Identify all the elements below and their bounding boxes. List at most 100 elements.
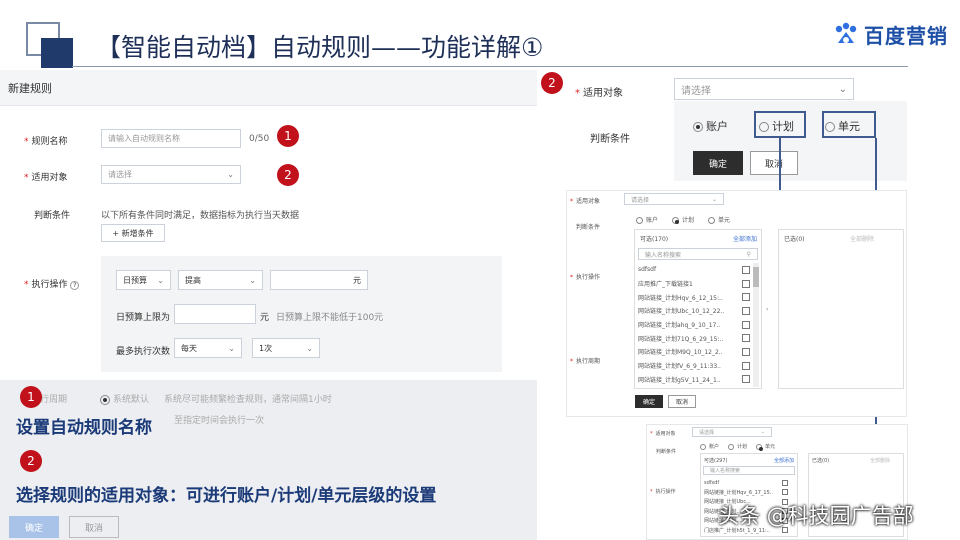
list-item-label: 网站链接_计划Ubc_10_12_22.. bbox=[638, 308, 725, 316]
form-heading: 新建规则 bbox=[8, 82, 52, 95]
target-select[interactable]: 请选择 ⌄ bbox=[101, 165, 241, 184]
list-item[interactable]: 网站链接_计划Ubc_10_12_22.. bbox=[638, 304, 750, 318]
s2-scrollbar[interactable] bbox=[753, 263, 759, 387]
condition-desc: 以下所有条件同时满足，数据指标为执行当天数据 bbox=[101, 211, 300, 221]
right-confirm-button[interactable]: 确定 bbox=[693, 151, 743, 175]
checkbox[interactable] bbox=[742, 334, 750, 343]
s2-radio-unit[interactable]: 单元 bbox=[708, 215, 730, 224]
list-item-label: 网站链接_计划g5V_11_24_1.. bbox=[638, 376, 721, 384]
s2-delete-all[interactable]: 全部删除 bbox=[850, 234, 874, 243]
checkbox[interactable] bbox=[782, 489, 788, 496]
s3-delete-all[interactable]: 全部删除 bbox=[870, 457, 890, 464]
note-1-text: 设置自动规则名称 bbox=[16, 418, 152, 438]
radio-unit[interactable]: 单元 bbox=[825, 118, 860, 134]
list-item[interactable]: sdfsdf bbox=[704, 478, 788, 488]
budget-limit-input[interactable] bbox=[174, 304, 256, 324]
s3-radio-plan[interactable]: 计划 bbox=[728, 443, 747, 450]
list-item-label: 网站链接_计划71Q_6_29_15:.. bbox=[638, 335, 724, 343]
checkbox[interactable] bbox=[742, 279, 750, 288]
system-default-radio[interactable]: 系统默认 bbox=[100, 392, 149, 405]
s2-target-select[interactable]: 请选择 ⌄ bbox=[624, 193, 724, 205]
s2-selected-box bbox=[778, 229, 904, 389]
list-item[interactable]: 网站链接_计划Hqv_6_12_15:.. bbox=[638, 290, 750, 304]
checkbox[interactable] bbox=[742, 265, 750, 274]
s2-radio-plan[interactable]: 计划 bbox=[672, 215, 694, 224]
checkbox[interactable] bbox=[742, 361, 750, 370]
s3-selected-count: 已选(0) bbox=[812, 458, 830, 464]
list-item[interactable]: sdfsdf bbox=[638, 263, 750, 277]
checkbox[interactable] bbox=[742, 320, 750, 329]
s2-search-input[interactable]: 输入名称搜索 ⚲ bbox=[638, 248, 758, 260]
s2-radio-account[interactable]: 账户 bbox=[636, 215, 658, 224]
chevron-down-icon: ⌄ bbox=[157, 275, 164, 285]
max-exec-label: 最多执行次数 bbox=[116, 347, 171, 357]
radio-account[interactable]: 账户 bbox=[693, 118, 728, 134]
budget-limit-label: 日预算上限为 bbox=[116, 313, 171, 323]
chevron-down-icon: ⌄ bbox=[711, 195, 717, 203]
chevron-down-icon: ⌄ bbox=[249, 275, 256, 285]
chevron-right-icon[interactable]: › bbox=[766, 306, 768, 313]
badge-1: 1 bbox=[277, 125, 299, 147]
list-item-label: 网站链接_计划ahq_9_10_17.. bbox=[638, 322, 721, 330]
right-badge-2: 2 bbox=[541, 72, 563, 94]
add-condition-button[interactable]: + 新增条件 bbox=[101, 224, 165, 242]
form-confirm-button[interactable]: 确定 bbox=[9, 516, 59, 538]
action-op-select[interactable]: 提高 ⌄ bbox=[178, 270, 263, 290]
s3-radio-unit[interactable]: 单元 bbox=[756, 443, 775, 451]
s2-cancel-button[interactable]: 取消 bbox=[668, 395, 696, 408]
s3-add-all[interactable]: 全部添加 bbox=[774, 457, 794, 464]
s3-search-input[interactable]: 输入名称搜索 bbox=[703, 466, 795, 475]
list-item[interactable]: 网站链接_计划ahq_9_10_17.. bbox=[638, 318, 750, 332]
s2-add-all[interactable]: 全部添加 bbox=[733, 234, 757, 243]
chevron-down-icon: ⌄ bbox=[228, 343, 235, 353]
search-icon: ⚲ bbox=[746, 250, 751, 258]
s2-item-list: sdfsdf 应用推广_下载链接1 网站链接_计划Hqv_6_12_15:.. 网站链… bbox=[638, 263, 750, 386]
list-item[interactable]: 网站链接_计划71Q_6_29_15:.. bbox=[638, 331, 750, 345]
budget-hint: 日预算上限不能低于100元 bbox=[276, 313, 384, 323]
right-condition-label: 判断条件 bbox=[590, 134, 630, 145]
action-amount-input[interactable]: 元 bbox=[270, 270, 368, 290]
baidu-paw-icon bbox=[835, 22, 857, 43]
list-item-label: sdfsdf bbox=[704, 479, 720, 486]
rule-name-input[interactable]: 请输入自动规则名称 bbox=[101, 129, 241, 148]
s3-radio-account[interactable]: 账户 bbox=[700, 443, 719, 450]
badge-2: 2 bbox=[277, 164, 299, 186]
note-badge-2: 2 bbox=[20, 450, 42, 472]
right-target-select[interactable]: 请选择 ⌄ bbox=[674, 78, 854, 100]
header-divider bbox=[72, 66, 908, 67]
target-label: * 适用对象 bbox=[24, 173, 68, 183]
s2-target-label: * 适用对象 bbox=[570, 198, 601, 205]
list-item[interactable]: 网站链接_计划M9Q_10_12_2.. bbox=[638, 345, 750, 359]
radio-plan[interactable]: 计划 bbox=[759, 118, 794, 134]
checkbox[interactable] bbox=[742, 293, 750, 302]
action-label: * 执行操作 ? bbox=[24, 277, 80, 290]
checkbox[interactable] bbox=[742, 375, 750, 384]
watermark: 头条 @科技园广告部 bbox=[718, 504, 914, 528]
checkbox[interactable] bbox=[742, 306, 750, 315]
s2-confirm-button[interactable]: 确定 bbox=[635, 395, 663, 408]
rule-name-label: * 规则名称 bbox=[24, 137, 68, 147]
list-item-label: 应用推广_下载链接1 bbox=[638, 281, 693, 289]
max-exec-freq-select[interactable]: 每天 ⌄ bbox=[174, 338, 242, 358]
left-form-heading-bar bbox=[0, 70, 537, 106]
checkbox[interactable] bbox=[742, 347, 750, 356]
s3-target-select[interactable]: 请选择 ⌄ bbox=[692, 427, 772, 437]
max-exec-times-select[interactable]: 1次 ⌄ bbox=[252, 338, 320, 358]
right-cancel-button[interactable]: 取消 bbox=[750, 151, 798, 175]
form-cancel-button[interactable]: 取消 bbox=[69, 516, 119, 538]
rule-name-count: 0/50 bbox=[249, 134, 270, 144]
action-metric-select[interactable]: 日预算 ⌄ bbox=[116, 270, 171, 290]
checkbox[interactable] bbox=[782, 479, 788, 486]
s2-selectable-count: 可选(170) bbox=[640, 236, 669, 243]
header-decor-square-filled bbox=[41, 38, 73, 68]
list-item[interactable]: 网站链接_计划g5V_11_24_1.. bbox=[638, 373, 750, 387]
note-2-text: 选择规则的适用对象：可进行账户/计划/单元层级的设置 bbox=[16, 486, 437, 506]
s2-selected-count: 已选(0) bbox=[784, 236, 805, 243]
list-item[interactable]: 网站链接_计划fV_6_9_11:33.. bbox=[638, 359, 750, 373]
list-item-label: 网站链接_计划fV_6_9_11:33.. bbox=[638, 363, 721, 371]
baidu-logo: 百度营销 bbox=[832, 20, 948, 49]
list-item[interactable]: 网站链接_计划Hqv_6_17_15.. bbox=[704, 488, 788, 498]
slide-title: 【智能自动档】自动规则——功能详解① bbox=[96, 33, 544, 62]
list-item[interactable]: 应用推广_下载链接1 bbox=[638, 277, 750, 291]
list-item-label: sdfsdf bbox=[638, 266, 657, 274]
